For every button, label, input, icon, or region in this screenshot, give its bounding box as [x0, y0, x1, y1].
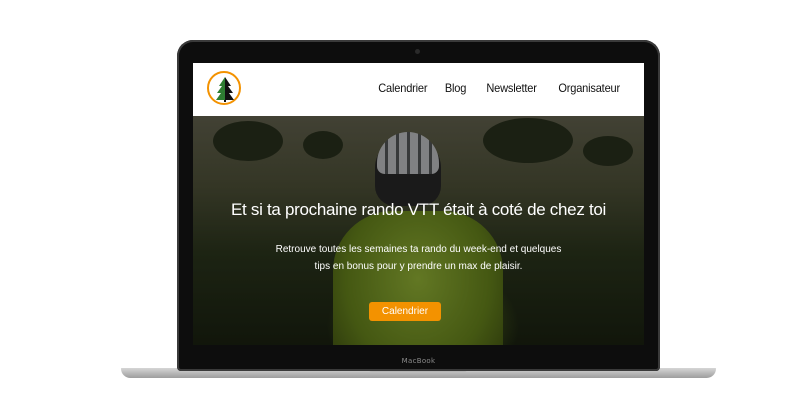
hero-subtitle-line: Retrouve toutes les semaines ta rando du… — [275, 244, 562, 255]
stage: Calendrier Blog Newsletter Organisateur … — [0, 0, 809, 404]
nav-item-organisateur[interactable]: Organisateur — [558, 81, 620, 95]
camera-icon — [415, 49, 420, 54]
calendrier-cta-button[interactable]: Calendrier — [369, 302, 441, 321]
main-nav: Calendrier Blog Newsletter Organisateur — [374, 81, 620, 95]
pine-tree-logo-icon[interactable] — [207, 71, 241, 105]
site-header: Calendrier Blog Newsletter Organisateur — [193, 63, 644, 116]
nav-item-blog[interactable]: Blog — [445, 81, 467, 95]
laptop-brand-label: MacBook — [401, 357, 436, 365]
laptop-lid: Calendrier Blog Newsletter Organisateur … — [177, 40, 660, 371]
hero-section: Et si ta prochaine rando VTT était à cot… — [193, 116, 644, 345]
hero-title: Et si ta prochaine rando VTT était à cot… — [230, 200, 606, 219]
laptop-screen: Calendrier Blog Newsletter Organisateur … — [193, 63, 644, 345]
nav-item-calendrier[interactable]: Calendrier — [378, 81, 427, 95]
nav-item-newsletter[interactable]: Newsletter — [487, 81, 537, 95]
hero-subtitle: Retrouve toutes les semaines ta rando du… — [273, 241, 564, 275]
hero-subtitle-line: tips en bonus pour y prendre un max de p… — [314, 261, 523, 272]
